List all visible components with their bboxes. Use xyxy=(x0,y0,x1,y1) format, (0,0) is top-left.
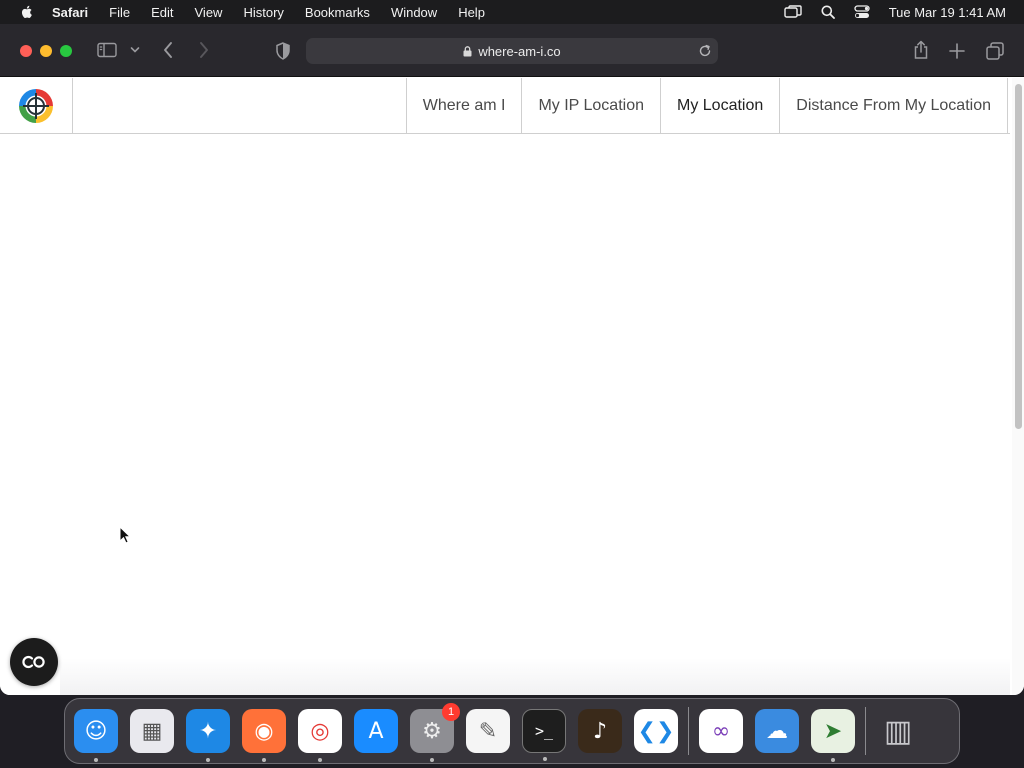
site-logo[interactable] xyxy=(0,78,73,133)
menu-file[interactable]: File xyxy=(109,5,130,20)
nav-where-am-i[interactable]: Where am I xyxy=(407,78,523,133)
terminal-icon[interactable]: >_ xyxy=(522,709,566,761)
menu-bar: Safari File Edit View History Bookmarks … xyxy=(0,0,1024,24)
running-indicator xyxy=(543,757,547,761)
menu-history[interactable]: History xyxy=(243,5,283,20)
floating-action-button[interactable] xyxy=(10,638,58,686)
site-nav-links: Where am I My IP Location My Location Di… xyxy=(405,78,1008,133)
address-bar-url[interactable]: where-am-i.co xyxy=(478,44,560,59)
scrollbar-thumb[interactable] xyxy=(1015,84,1022,429)
visual-studio-icon[interactable]: ∞ xyxy=(699,709,743,753)
control-center-icon[interactable] xyxy=(854,5,870,19)
running-indicator xyxy=(831,758,835,762)
running-indicator xyxy=(262,758,266,762)
close-window-button[interactable] xyxy=(20,45,32,57)
running-indicator xyxy=(318,758,322,762)
privacy-shield-icon[interactable] xyxy=(275,42,291,60)
web-page: Where am I My IP Location My Location Di… xyxy=(0,78,1010,695)
running-indicator xyxy=(430,758,434,762)
site-navbar: Where am I My IP Location My Location Di… xyxy=(0,78,1010,134)
screen-mirroring-icon[interactable] xyxy=(783,5,802,19)
running-indicator xyxy=(206,758,210,762)
chevron-down-icon[interactable] xyxy=(130,46,140,54)
dock-separator xyxy=(865,707,866,755)
lock-icon xyxy=(463,45,472,57)
menu-edit[interactable]: Edit xyxy=(151,5,173,20)
dock-separator xyxy=(688,707,689,755)
zoom-window-button[interactable] xyxy=(60,45,72,57)
sidebar-toggle-icon[interactable] xyxy=(97,42,117,58)
notification-badge: 1 xyxy=(442,703,460,721)
menu-window[interactable]: Window xyxy=(391,5,437,20)
page-bottom-shadow xyxy=(60,658,1010,695)
safari-window: where-am-i.co Where am I My IP Location … xyxy=(0,24,1024,695)
nav-my-location[interactable]: My Location xyxy=(661,78,781,133)
reload-icon[interactable] xyxy=(698,44,712,61)
menu-app-name[interactable]: Safari xyxy=(52,5,88,20)
dock: ☺ ▦ ✦ ◉ ◎ A ⚙ 1 ✎ >_ ♪ ❮❯ ∞ ☁ ➤ ▥ xyxy=(64,698,960,764)
vscode-icon[interactable]: ❮❯ xyxy=(634,709,678,753)
crosshair-logo-icon xyxy=(19,88,53,123)
spotlight-search-icon[interactable] xyxy=(821,5,835,19)
menu-view[interactable]: View xyxy=(195,5,223,20)
mouse-pointer-icon xyxy=(119,525,132,549)
page-scrollbar[interactable] xyxy=(1012,78,1024,695)
weather-icon[interactable]: ☁ xyxy=(755,709,799,753)
launchpad-icon[interactable]: ▦ xyxy=(130,709,174,753)
textedit-icon[interactable]: ✎ xyxy=(466,709,510,753)
apple-menu-icon[interactable] xyxy=(19,4,35,20)
glasses-icon xyxy=(22,655,45,669)
app-store-icon[interactable]: A xyxy=(354,709,398,753)
menu-bar-clock[interactable]: Tue Mar 19 1:41 AM xyxy=(889,5,1006,20)
new-tab-plus-icon[interactable] xyxy=(949,43,965,59)
nav-distance-from-my-location[interactable]: Distance From My Location xyxy=(780,78,1008,133)
nav-my-ip-location[interactable]: My IP Location xyxy=(522,78,661,133)
running-indicator xyxy=(94,758,98,762)
share-icon[interactable] xyxy=(912,40,930,60)
trash-icon[interactable]: ▥ xyxy=(876,709,920,753)
tab-overview-icon[interactable] xyxy=(986,42,1004,60)
firefox-icon[interactable]: ◉ xyxy=(242,709,286,762)
system-settings-icon[interactable]: ⚙ 1 xyxy=(410,703,460,762)
address-bar[interactable]: where-am-i.co xyxy=(306,38,718,64)
menu-bookmarks[interactable]: Bookmarks xyxy=(305,5,370,20)
chrome-icon[interactable]: ◎ xyxy=(298,709,342,762)
maps-icon[interactable]: ➤ xyxy=(811,709,855,762)
back-arrow-icon[interactable] xyxy=(162,41,174,59)
safari-icon[interactable]: ✦ xyxy=(186,709,230,762)
garageband-icon[interactable]: ♪ xyxy=(578,709,622,753)
forward-arrow-icon[interactable] xyxy=(198,41,210,59)
menu-help[interactable]: Help xyxy=(458,5,485,20)
minimize-window-button[interactable] xyxy=(40,45,52,57)
finder-icon[interactable]: ☺ xyxy=(74,709,118,762)
browser-toolbar: where-am-i.co xyxy=(0,24,1024,77)
